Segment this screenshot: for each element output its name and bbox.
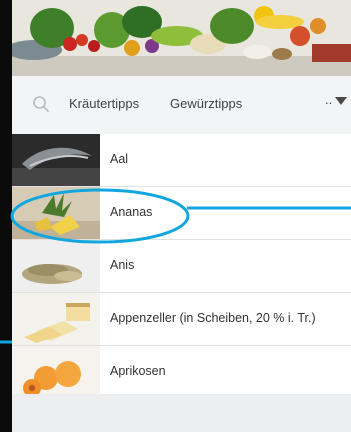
list-item-label: Appenzeller (in Scheiben, 20 % i. Tr.) <box>110 311 316 325</box>
list-item-label: Aprikosen <box>110 364 166 378</box>
list-item[interactable]: Anis <box>12 240 351 293</box>
eel-thumbnail <box>12 134 100 186</box>
pineapple-thumbnail <box>12 187 100 239</box>
bottom-bar <box>12 394 351 432</box>
apricot-thumbnail <box>12 346 100 398</box>
cheese-thumbnail <box>12 293 100 345</box>
list-item-label: Aal <box>110 152 129 166</box>
food-banner-illustration <box>12 0 351 76</box>
anise-thumbnail <box>12 240 100 292</box>
tabs-more-label[interactable]: .. <box>325 92 332 107</box>
search-icon[interactable] <box>32 95 50 113</box>
ingredient-list: Aal Ananas Anis Appenzeller (in Scheiben… <box>12 134 351 432</box>
device-bezel <box>0 0 12 432</box>
list-item[interactable]: Ananas <box>12 187 351 240</box>
app-frame: Kräutertipps Gewürztipps .. Aal Ananas A… <box>0 0 351 432</box>
chevron-down-icon[interactable] <box>335 97 347 105</box>
list-item-label: Ananas <box>110 205 153 219</box>
list-item[interactable]: Appenzeller (in Scheiben, 20 % i. Tr.) <box>12 293 351 346</box>
header-banner-image <box>12 0 351 76</box>
list-item[interactable]: Aprikosen <box>12 346 351 399</box>
list-item-label: Anis <box>110 258 135 272</box>
tab-kraeutertipps[interactable]: Kräutertipps <box>69 96 139 111</box>
list-item[interactable]: Aal <box>12 134 351 187</box>
app-screen: Kräutertipps Gewürztipps .. Aal Ananas A… <box>12 0 351 432</box>
category-toolbar: Kräutertipps Gewürztipps .. <box>12 76 351 135</box>
tab-gewuerztipps[interactable]: Gewürztipps <box>170 96 242 111</box>
